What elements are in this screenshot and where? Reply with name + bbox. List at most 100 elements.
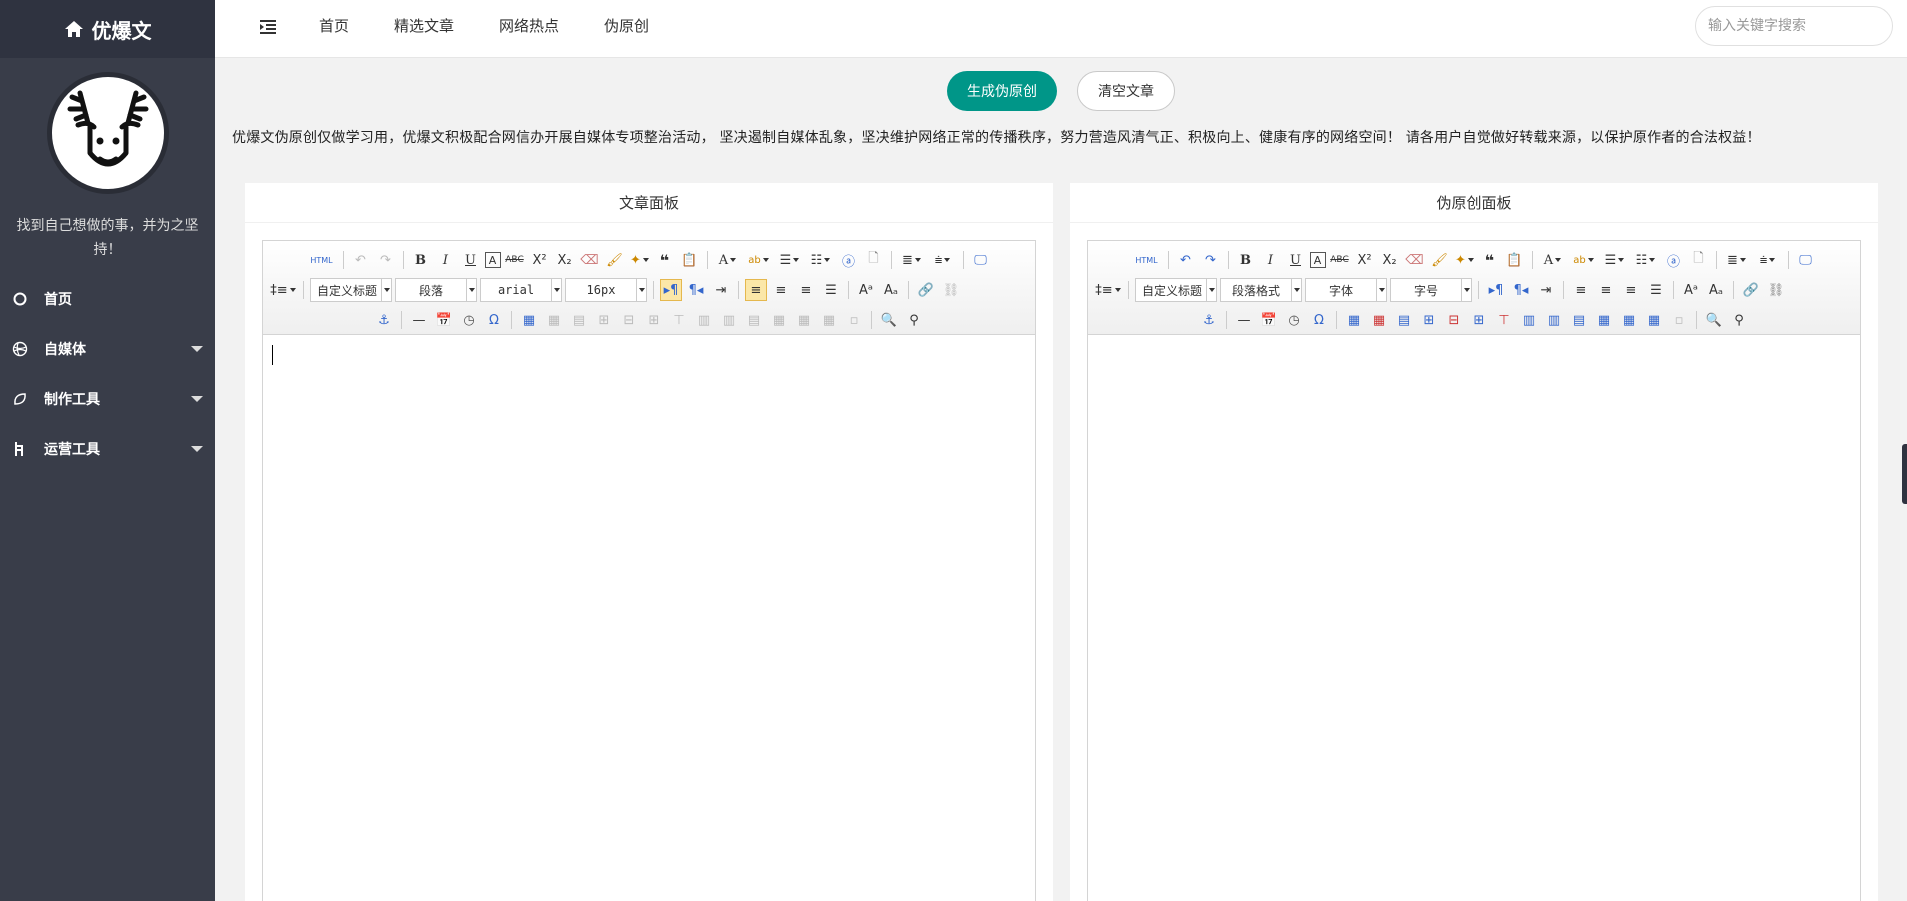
binoculars-icon[interactable]: ⚲ xyxy=(903,309,925,331)
quote-icon[interactable]: ❝ xyxy=(654,249,676,271)
chart-icon[interactable]: ▫ xyxy=(1668,309,1690,331)
delete-table-icon[interactable]: ▦ xyxy=(543,309,565,331)
paragraph-spacing-icon[interactable]: ⩧ xyxy=(929,249,957,271)
html-source-button[interactable]: HTML xyxy=(307,249,337,271)
link-icon[interactable]: 🔗 xyxy=(915,279,937,301)
align-right-icon[interactable]: ≡ xyxy=(1620,279,1642,301)
page-icon[interactable]: 🗋 xyxy=(863,249,885,271)
split-rows-icon[interactable]: ▦ xyxy=(1618,309,1640,331)
top-nav-hot[interactable]: 网络热点 xyxy=(499,0,559,58)
search-replace-icon[interactable]: 🔍 xyxy=(878,309,900,331)
heading-select[interactable]: 自定义标题 xyxy=(1135,278,1217,302)
uppercase-icon[interactable]: Aᵃ xyxy=(855,279,877,301)
sidebar-item-tools[interactable]: 制作工具 xyxy=(0,374,215,424)
strikethrough-button[interactable]: ABC xyxy=(504,249,526,271)
chart-icon[interactable]: ▫ xyxy=(843,309,865,331)
insert-col-icon[interactable]: ⊞ xyxy=(643,309,665,331)
indent-icon[interactable]: ⇥ xyxy=(1535,279,1557,301)
sidebar-item-media[interactable]: 自媒体 xyxy=(0,324,215,374)
generate-button[interactable]: 生成伪原创 xyxy=(947,71,1057,111)
insert-col-icon[interactable]: ⊞ xyxy=(1468,309,1490,331)
format-brush-icon[interactable]: 🖌 xyxy=(604,249,626,271)
split-cols-icon[interactable]: ▦ xyxy=(818,309,840,331)
fullscreen-icon[interactable]: 🖵 xyxy=(1795,249,1817,271)
quote-icon[interactable]: ❝ xyxy=(1479,249,1501,271)
align-center-icon[interactable]: ≡ xyxy=(1595,279,1617,301)
rtl-icon[interactable]: ¶◂ xyxy=(1510,279,1532,301)
merge-down-icon[interactable]: ▤ xyxy=(743,309,765,331)
split-cells-icon[interactable]: ▦ xyxy=(1593,309,1615,331)
align-left-icon[interactable]: ≡ xyxy=(745,279,767,301)
html-source-button[interactable]: HTML xyxy=(1132,249,1162,271)
unordered-list-icon[interactable]: ☷ xyxy=(807,249,835,271)
undo-icon[interactable]: ↶ xyxy=(1175,249,1197,271)
strikethrough-button[interactable]: ABC xyxy=(1329,249,1351,271)
side-scroll-tab[interactable] xyxy=(1902,444,1907,504)
search-input[interactable] xyxy=(1695,6,1893,46)
delete-table-icon[interactable]: ▦ xyxy=(1368,309,1390,331)
merge-cells-icon[interactable]: ▥ xyxy=(1518,309,1540,331)
search-replace-icon[interactable]: 🔍 xyxy=(1703,309,1725,331)
insert-caption-icon[interactable]: ▤ xyxy=(1393,309,1415,331)
redo-icon[interactable]: ↷ xyxy=(375,249,397,271)
paragraph-spacing-icon[interactable]: ⩧ xyxy=(1754,249,1782,271)
rtl-icon[interactable]: ¶◂ xyxy=(685,279,707,301)
superscript-icon[interactable]: X² xyxy=(1354,249,1376,271)
font-color-button[interactable]: A xyxy=(1539,249,1567,271)
align-left-icon[interactable]: ≡ xyxy=(1570,279,1592,301)
merge-right-icon[interactable]: ▥ xyxy=(1543,309,1565,331)
font-family-select[interactable]: arial xyxy=(480,278,562,302)
highlight-icon[interactable]: ab xyxy=(745,249,773,271)
line-height-icon[interactable]: ≣ xyxy=(1723,249,1751,271)
merge-right-icon[interactable]: ▥ xyxy=(718,309,740,331)
ordered-list-icon[interactable]: ☰ xyxy=(1601,249,1629,271)
row-spacing-icon[interactable]: ‡≡ xyxy=(269,279,297,301)
split-cells-icon[interactable]: ▦ xyxy=(768,309,790,331)
superscript-icon[interactable]: X² xyxy=(529,249,551,271)
merge-cells-icon[interactable]: ▥ xyxy=(693,309,715,331)
redo-icon[interactable]: ↷ xyxy=(1200,249,1222,271)
menu-toggle-icon[interactable] xyxy=(260,20,276,34)
link-a-icon[interactable]: ⓐ xyxy=(1663,249,1685,271)
subscript-icon[interactable]: X₂ xyxy=(554,249,576,271)
ltr-icon[interactable]: ▸¶ xyxy=(660,279,682,301)
indent-icon[interactable]: ⇥ xyxy=(710,279,732,301)
auto-format-icon[interactable]: ✦ xyxy=(629,249,651,271)
delete-col-icon[interactable]: ⊤ xyxy=(668,309,690,331)
font-size-select[interactable]: 16px xyxy=(565,278,647,302)
insert-row-icon[interactable]: ⊞ xyxy=(593,309,615,331)
horizontal-rule-icon[interactable]: — xyxy=(1233,309,1255,331)
time-icon[interactable]: ◷ xyxy=(458,309,480,331)
unlink-icon[interactable]: ⛓ xyxy=(940,279,962,301)
underline-button[interactable]: U xyxy=(460,249,482,271)
date-icon[interactable]: 📅 xyxy=(1258,309,1280,331)
italic-button[interactable]: I xyxy=(435,249,457,271)
font-color-button[interactable]: A xyxy=(714,249,742,271)
paste-icon[interactable]: 📋 xyxy=(679,249,701,271)
font-size-select[interactable]: 字号 xyxy=(1390,278,1472,302)
sidebar-item-home[interactable]: 首页 xyxy=(0,274,215,324)
line-height-icon[interactable]: ≣ xyxy=(898,249,926,271)
unordered-list-icon[interactable]: ☷ xyxy=(1632,249,1660,271)
auto-format-icon[interactable]: ✦ xyxy=(1454,249,1476,271)
insert-table-icon[interactable]: ▦ xyxy=(518,309,540,331)
font-border-icon[interactable]: A xyxy=(484,252,501,268)
subscript-icon[interactable]: X₂ xyxy=(1379,249,1401,271)
link-icon[interactable]: 🔗 xyxy=(1740,279,1762,301)
ltr-icon[interactable]: ▸¶ xyxy=(1485,279,1507,301)
underline-button[interactable]: U xyxy=(1285,249,1307,271)
lowercase-icon[interactable]: Aₐ xyxy=(1705,279,1727,301)
font-border-icon[interactable]: A xyxy=(1309,252,1326,268)
paste-icon[interactable]: 📋 xyxy=(1504,249,1526,271)
align-justify-icon[interactable]: ☰ xyxy=(1645,279,1667,301)
link-a-icon[interactable]: ⓐ xyxy=(838,249,860,271)
top-nav-rewrite[interactable]: 伪原创 xyxy=(604,0,649,58)
bold-button[interactable]: B xyxy=(410,249,432,271)
align-justify-icon[interactable]: ☰ xyxy=(820,279,842,301)
article-edit-area[interactable] xyxy=(263,335,1035,901)
rewrite-edit-area[interactable] xyxy=(1088,335,1860,901)
anchor-icon[interactable]: ⚓ xyxy=(1198,309,1220,331)
horizontal-rule-icon[interactable]: — xyxy=(408,309,430,331)
bold-button[interactable]: B xyxy=(1235,249,1257,271)
heading-select[interactable]: 自定义标题 xyxy=(310,278,392,302)
